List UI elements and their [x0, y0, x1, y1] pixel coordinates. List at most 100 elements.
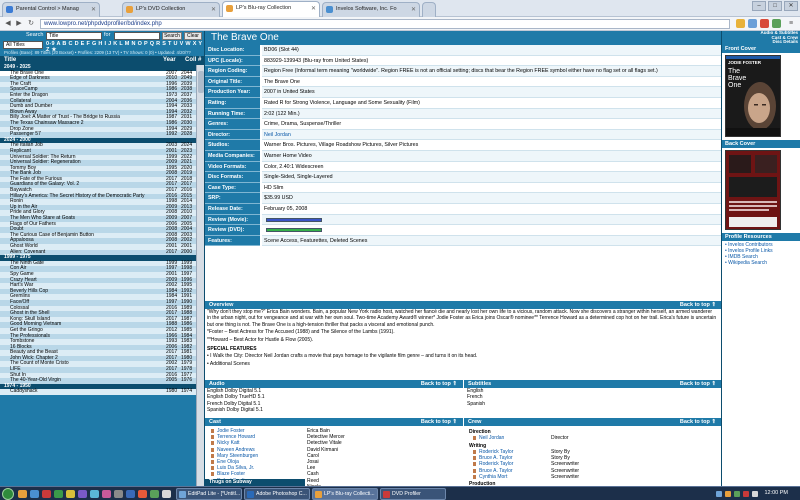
property-text: Single-Sided, Single-Layered: [264, 174, 333, 181]
close-window-button[interactable]: ✕: [784, 1, 798, 11]
column-title[interactable]: Title: [4, 57, 16, 63]
browser-tab[interactable]: LP's Blu-ray Collection ✕: [222, 1, 320, 17]
tab-label: Invelos Software, Inc. Fo: [336, 6, 397, 12]
property-label: Release Date:: [205, 203, 260, 215]
person-icon: [211, 466, 214, 471]
property-value: 2:02 (122 Min.): [262, 108, 721, 120]
profile-resources-list: • Invelos Contributors • Invelos Profile …: [725, 242, 773, 266]
subway-tooltip: Thugs on Subway: [205, 479, 305, 486]
crew-name[interactable]: Neil Jordan: [479, 435, 504, 441]
column-coll[interactable]: Coll #: [185, 57, 201, 63]
front-cover-header: Front Cover: [722, 45, 800, 53]
list-scrollbar[interactable]: [196, 65, 204, 486]
extension-icon[interactable]: [772, 19, 781, 28]
overview-text: "Why don't they stop me?" Erica Bain won…: [207, 309, 717, 368]
url-input[interactable]: www.lowpro.net/phpdvdprofiler/bd/index.p…: [40, 19, 730, 29]
taskbar-item[interactable]: DVD Profiler: [380, 488, 446, 500]
extension-icon[interactable]: [748, 19, 757, 28]
property-value[interactable]: Neil Jordan: [262, 129, 721, 141]
star-icon[interactable]: [736, 19, 745, 28]
volume-icon[interactable]: [752, 491, 758, 497]
back-to-top-link[interactable]: Back to top ⇑: [421, 418, 457, 426]
crew-title: Crew: [468, 419, 482, 425]
filter-select[interactable]: All Titles: [3, 41, 43, 49]
tab-label: LP's DVD Collection: [136, 6, 186, 12]
disc-details-link[interactable]: Disc Details: [722, 39, 798, 45]
extension-icon[interactable]: [760, 19, 769, 28]
start-button[interactable]: [2, 488, 14, 500]
quicklaunch-icon[interactable]: [102, 490, 111, 498]
close-icon[interactable]: ✕: [211, 6, 216, 13]
close-icon[interactable]: ✕: [91, 6, 96, 13]
for-label: for: [104, 32, 111, 38]
back-cover-image[interactable]: [725, 150, 781, 230]
resource-link[interactable]: • Wikipedia Search: [725, 260, 773, 266]
back-icon[interactable]: ◀: [3, 19, 13, 29]
clear-button[interactable]: Clear: [184, 32, 202, 40]
property-row: Director: Neil Jordan: [205, 129, 721, 141]
overview-paragraph: "Why don't they stop me?" Erica Bain won…: [207, 309, 717, 328]
quicklaunch-icon[interactable]: [78, 490, 87, 498]
property-label: Case Type:: [205, 182, 260, 194]
property-value: [262, 225, 721, 236]
tray-icon[interactable]: [734, 491, 740, 497]
quicklaunch-icon[interactable]: [162, 490, 171, 498]
close-icon[interactable]: ✕: [411, 6, 416, 13]
subtitle-item: French: [467, 394, 483, 401]
audio-item: French Dolby Digital 5.1: [207, 400, 261, 407]
crew-name[interactable]: Cynthia Mort: [479, 474, 507, 480]
quicklaunch-icon[interactable]: [30, 490, 39, 498]
browser-tab[interactable]: Parental Control > Manag ✕: [2, 2, 100, 17]
tab-favicon-icon: [6, 6, 13, 13]
column-year[interactable]: Year: [163, 57, 176, 63]
search-input[interactable]: [114, 32, 160, 40]
address-bar: ◀ ▶ ↻ www.lowpro.net/phpdvdprofiler/bd/i…: [0, 17, 800, 31]
property-text[interactable]: Neil Jordan: [264, 132, 291, 138]
quicklaunch-icon[interactable]: [42, 490, 51, 498]
quicklaunch-icon[interactable]: [18, 490, 27, 498]
list-item[interactable]: Caddyshack 1980 1974: [0, 389, 196, 396]
person-icon: [473, 436, 476, 441]
taskbar-item[interactable]: LP's Blu-ray Collecti...: [312, 488, 378, 500]
back-to-top-link[interactable]: Back to top ⇑: [680, 301, 716, 309]
forward-icon[interactable]: ▶: [14, 19, 24, 29]
browser-tab[interactable]: LP's DVD Collection ✕: [122, 2, 220, 17]
back-to-top-link[interactable]: Back to top ⇑: [680, 380, 716, 388]
new-tab-button[interactable]: [422, 2, 436, 17]
property-value: 883929-139943 (Blu-ray from United State…: [262, 55, 721, 67]
taskbar-item[interactable]: Adobe Photoshop C...: [244, 488, 310, 500]
front-cover-image[interactable]: JODIE FOSTER The Brave One: [725, 55, 781, 137]
person-icon: [211, 453, 214, 458]
cast-list: Jodie Foster Erica Bain Terrence Howard Det…: [207, 428, 462, 486]
tray-icon[interactable]: [725, 491, 731, 497]
property-value: 2007 in United States: [262, 87, 721, 98]
back-to-top-link[interactable]: Back to top ⇑: [680, 418, 716, 426]
tray-icon[interactable]: [743, 491, 749, 497]
reload-icon[interactable]: ↻: [26, 19, 36, 29]
search-field-select[interactable]: Title: [46, 32, 102, 40]
maximize-button[interactable]: □: [768, 1, 782, 11]
property-value: February 05, 2008: [262, 203, 721, 215]
browser-tab[interactable]: Invelos Software, Inc. Fo ✕: [322, 2, 420, 17]
person-icon: [473, 474, 476, 479]
search-button[interactable]: Search: [162, 32, 182, 40]
quicklaunch-icon[interactable]: [54, 490, 63, 498]
quicklaunch-icon[interactable]: [138, 490, 147, 498]
property-row: Case Type: HD Slim: [205, 182, 721, 194]
quicklaunch-icon[interactable]: [114, 490, 123, 498]
property-label: Disc Formats:: [205, 172, 260, 183]
property-label: Region Coding:: [205, 66, 260, 77]
quicklaunch-icon[interactable]: [126, 490, 135, 498]
quicklaunch-icon[interactable]: [150, 490, 159, 498]
minimize-button[interactable]: –: [752, 1, 766, 11]
back-to-top-link[interactable]: Back to top ⇑: [421, 380, 457, 388]
taskbar-item[interactable]: EditPad Lite - [*Untitl...: [176, 488, 242, 500]
tray-icon[interactable]: [716, 491, 722, 497]
quicklaunch-icon[interactable]: [90, 490, 99, 498]
property-label: Production Year:: [205, 87, 260, 98]
close-icon[interactable]: ✕: [311, 5, 316, 12]
profile-resources-header: Profile Resources: [722, 233, 800, 241]
menu-icon[interactable]: ≡: [786, 19, 796, 29]
quicklaunch-icon[interactable]: [66, 490, 75, 498]
subtitles-list: English French Spanish: [467, 388, 485, 407]
